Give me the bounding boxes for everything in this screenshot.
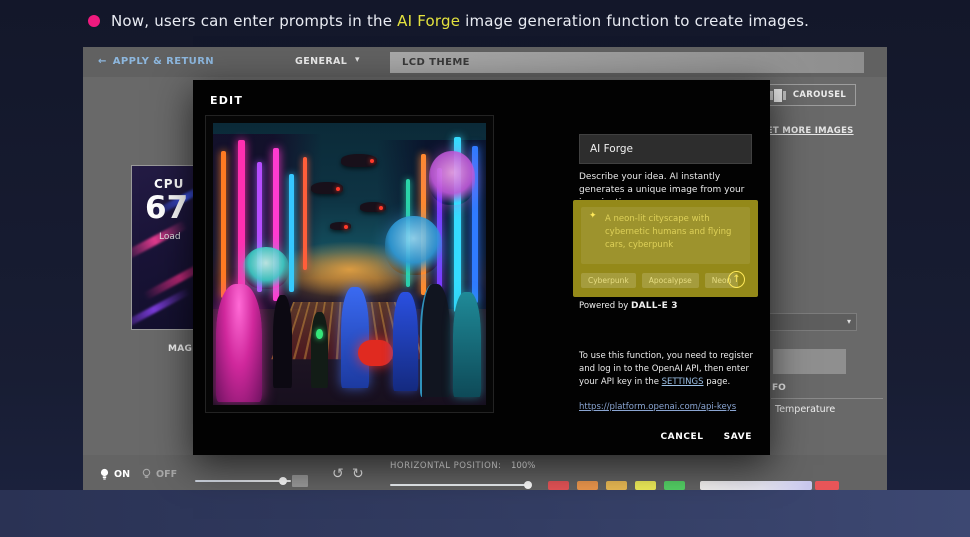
prompt-text: A neon-lit cityscape with cybernetic hum… bbox=[605, 213, 741, 251]
powered-by: Powered by DALL-E 3 bbox=[579, 301, 678, 311]
art-neon-strip bbox=[303, 157, 307, 270]
horizontal-position-slider[interactable] bbox=[390, 484, 530, 486]
screen: Now, users can enter prompts in the AI F… bbox=[0, 0, 970, 537]
chevron-down-icon[interactable]: ▾ bbox=[355, 55, 360, 65]
caption-text: Now, users can enter prompts in the AI F… bbox=[111, 12, 809, 30]
slider-value-box[interactable] bbox=[292, 475, 308, 487]
color-swatch[interactable] bbox=[548, 481, 569, 490]
rotate-ccw-icon[interactable]: ↺ bbox=[332, 467, 344, 481]
caption-before: Now, users can enter prompts in the bbox=[111, 12, 397, 30]
get-more-images-link[interactable]: GET MORE IMAGES bbox=[759, 126, 853, 136]
prompt-box: ✦ A neon-lit cityscape with cybernetic h… bbox=[573, 200, 758, 297]
art-flying-ship bbox=[341, 154, 377, 167]
art-neon-strip bbox=[289, 174, 294, 292]
modal-title: EDIT bbox=[210, 94, 243, 107]
color-swatch[interactable] bbox=[635, 481, 656, 490]
help-text: To use this function, you need to regist… bbox=[579, 350, 759, 388]
edit-modal: EDIT bbox=[193, 80, 770, 455]
art-figure bbox=[453, 292, 480, 396]
lcd-on-toggle[interactable]: ON bbox=[99, 468, 130, 481]
chip-suggestion[interactable]: Cyberpunk bbox=[581, 273, 636, 288]
sparkle-icon: ✦ bbox=[589, 211, 597, 221]
art-figure bbox=[311, 312, 327, 388]
color-swatch[interactable] bbox=[577, 481, 598, 490]
art-holographic-head bbox=[243, 247, 289, 289]
horizontal-position-label: HORIZONTAL POSITION: bbox=[390, 461, 501, 471]
carousel-icon bbox=[770, 89, 786, 102]
app-toolbar: ← APPLY & RETURN GENERAL ▾ LCD THEME bbox=[83, 47, 887, 77]
art-figure bbox=[273, 295, 292, 388]
caption: Now, users can enter prompts in the AI F… bbox=[88, 12, 809, 30]
color-swatch[interactable] bbox=[606, 481, 627, 490]
art-holographic-head bbox=[385, 216, 442, 275]
art-figure bbox=[216, 284, 262, 402]
lcd-off-toggle[interactable]: OFF bbox=[141, 468, 177, 481]
chevron-down-icon: ▾ bbox=[847, 317, 851, 326]
brightness-slider[interactable] bbox=[195, 480, 291, 482]
suggestion-chips: Cyberpunk Apocalypse Neon bbox=[581, 273, 738, 288]
color-swatch[interactable] bbox=[815, 481, 839, 490]
load-label: Load bbox=[159, 232, 181, 242]
thumb-art bbox=[131, 288, 191, 330]
bulb-off-icon bbox=[141, 468, 152, 481]
slider-knob[interactable] bbox=[279, 477, 287, 485]
art-flying-ship bbox=[360, 202, 386, 212]
temperature-label[interactable]: Temperature bbox=[775, 404, 835, 415]
api-keys-link[interactable]: https://platform.openai.com/api-keys bbox=[579, 402, 736, 412]
art-figure bbox=[393, 292, 418, 391]
submit-arrow-icon: ↑ bbox=[732, 274, 740, 285]
footer-strip bbox=[0, 490, 970, 537]
caption-highlight: AI Forge bbox=[397, 12, 460, 30]
bulb-on-icon bbox=[99, 468, 110, 481]
gradient-swatch-bar[interactable] bbox=[700, 481, 812, 490]
cancel-button[interactable]: CANCEL bbox=[660, 432, 703, 442]
on-label: ON bbox=[114, 469, 130, 480]
slider-knob[interactable] bbox=[524, 481, 532, 489]
save-button[interactable]: SAVE bbox=[724, 432, 752, 442]
app-bottom-bar: ON OFF ↺ ↻ HORIZONTAL POSITION: 100% bbox=[83, 455, 887, 490]
art-holographic-head bbox=[429, 151, 475, 205]
general-dropdown[interactable]: GENERAL bbox=[295, 56, 363, 67]
submit-prompt-button[interactable]: ↑ bbox=[728, 271, 745, 288]
cpu-load-value: 67 bbox=[145, 190, 188, 226]
info-label-fragment: FO bbox=[772, 383, 786, 393]
art-figure bbox=[341, 287, 368, 389]
right-panel-button[interactable] bbox=[773, 349, 846, 374]
background-dropdown[interactable]: ▾ bbox=[765, 313, 857, 331]
art-figure bbox=[420, 284, 450, 397]
back-arrow-icon: ← bbox=[98, 56, 107, 67]
lcd-theme-tab[interactable]: LCD THEME bbox=[390, 52, 864, 73]
modal-actions: CANCEL SAVE bbox=[660, 432, 752, 442]
art-car bbox=[358, 340, 393, 365]
chip-suggestion[interactable]: Apocalypse bbox=[642, 273, 699, 288]
caption-after: image generation function to create imag… bbox=[460, 12, 809, 30]
art-neon-strip bbox=[221, 151, 226, 298]
prompt-input[interactable]: ✦ A neon-lit cityscape with cybernetic h… bbox=[581, 207, 750, 264]
engine-model: DALL-E 3 bbox=[631, 301, 678, 311]
apply-return-button[interactable]: ← APPLY & RETURN bbox=[98, 56, 214, 67]
bullet-icon bbox=[88, 15, 100, 27]
art-flying-ship bbox=[311, 182, 343, 194]
off-label: OFF bbox=[156, 469, 177, 480]
color-swatch[interactable] bbox=[664, 481, 685, 490]
powered-by-text: Powered by bbox=[579, 301, 631, 311]
generated-image bbox=[213, 123, 486, 405]
image-frame bbox=[205, 115, 494, 413]
carousel-label: CAROUSEL bbox=[793, 90, 846, 100]
carousel-button[interactable]: CAROUSEL bbox=[760, 84, 856, 106]
art-flying-ship bbox=[330, 222, 351, 230]
cpu-label: CPU bbox=[154, 177, 184, 191]
apply-return-label: APPLY & RETURN bbox=[113, 56, 214, 67]
rotate-cw-icon[interactable]: ↻ bbox=[352, 467, 364, 481]
help-after: page. bbox=[704, 377, 731, 387]
divider bbox=[771, 398, 883, 399]
horizontal-position-value: 100% bbox=[511, 461, 535, 471]
settings-link[interactable]: SETTINGS bbox=[662, 377, 704, 387]
ai-forge-select[interactable]: AI Forge bbox=[579, 134, 752, 164]
